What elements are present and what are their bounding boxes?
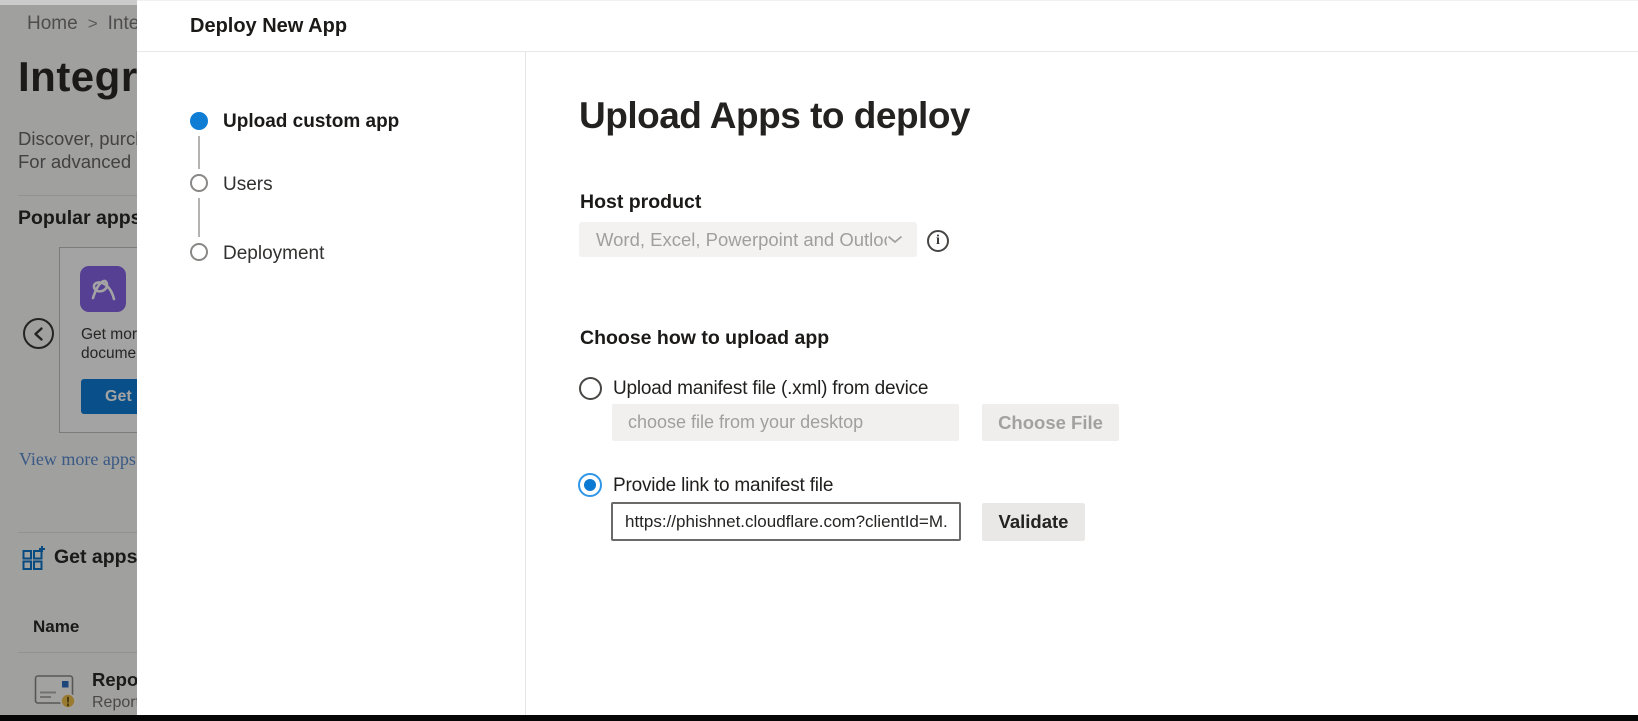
host-product-select[interactable]: Word, Excel, Powerpoint and Outlook (579, 222, 917, 257)
info-icon[interactable] (927, 230, 949, 252)
panel-title: Deploy New App (190, 15, 347, 38)
manifest-file-input (612, 404, 959, 441)
step-pending-circle-icon (190, 243, 208, 261)
host-product-selected-value: Word, Excel, Powerpoint and Outlook (596, 229, 887, 251)
radio-provide-link-label[interactable]: Provide link to manifest file (613, 475, 833, 497)
radio-upload-manifest-file-label[interactable]: Upload manifest file (.xml) from device (613, 378, 928, 400)
choose-upload-method-label: Choose how to upload app (580, 327, 829, 350)
step-pending-circle-icon (190, 174, 208, 192)
stepper-item-deployment[interactable]: Deployment (223, 243, 324, 265)
content-heading: Upload Apps to deploy (579, 95, 970, 137)
stepper-connector (198, 136, 200, 169)
step-active-dot-icon (190, 112, 208, 130)
host-product-label: Host product (580, 191, 701, 214)
radio-upload-manifest-file[interactable] (579, 377, 602, 400)
stepper-item-upload-custom-app[interactable]: Upload custom app (223, 111, 399, 133)
radio-selected-dot-icon (584, 479, 596, 491)
choose-file-button: Choose File (982, 404, 1119, 441)
chevron-down-icon (887, 235, 903, 244)
manifest-link-input[interactable] (611, 502, 961, 541)
stepper-item-users[interactable]: Users (223, 174, 273, 196)
validate-button[interactable]: Validate (982, 503, 1085, 541)
panel-header-divider (137, 51, 1638, 52)
stepper-connector (198, 198, 200, 237)
bottom-edge-bar (0, 715, 1638, 721)
radio-provide-link[interactable] (578, 473, 602, 497)
deploy-new-app-panel: Deploy New App Upload custom app Users D… (137, 0, 1638, 721)
stepper-content-divider (525, 52, 526, 715)
